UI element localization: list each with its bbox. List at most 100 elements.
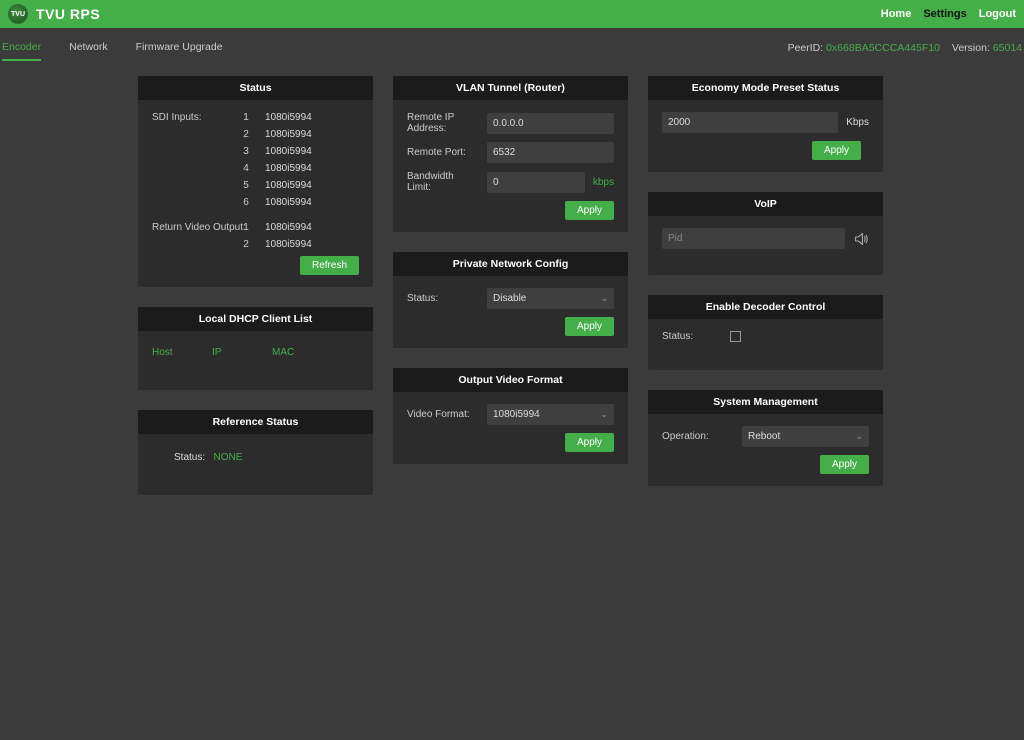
sub-tabs: Encoder Network Firmware Upgrade bbox=[2, 35, 223, 61]
sdi-val: 1080i5994 bbox=[265, 197, 312, 208]
panel-system: System Management Operation: Reboot ⌄ Ap… bbox=[648, 390, 883, 486]
ovf-value: 1080i5994 bbox=[493, 409, 540, 420]
chevron-down-icon: ⌄ bbox=[855, 431, 863, 442]
reference-value: NONE bbox=[213, 452, 242, 463]
panel-status-body: SDI Inputs: 1 1080i5994 2 1080i5994 3 1080… bbox=[138, 100, 373, 287]
sub-bar: Encoder Network Firmware Upgrade PeerID:… bbox=[0, 28, 1024, 68]
nav-logout[interactable]: Logout bbox=[979, 8, 1016, 20]
sdi-num: 4 bbox=[237, 163, 255, 174]
nav-home[interactable]: Home bbox=[881, 8, 912, 20]
panel-reference: Reference Status Status: NONE bbox=[138, 410, 373, 495]
system-op-value: Reboot bbox=[748, 431, 780, 442]
vlan-ip-input[interactable] bbox=[487, 113, 614, 134]
panel-system-header: System Management bbox=[648, 390, 883, 414]
panel-dhcp: Local DHCP Client List Host IP MAC bbox=[138, 307, 373, 390]
sdi-num: 5 bbox=[237, 180, 255, 191]
panel-vlan-header: VLAN Tunnel (Router) bbox=[393, 76, 628, 100]
sdi-val: 1080i5994 bbox=[265, 129, 312, 140]
panel-voip-body bbox=[648, 216, 883, 275]
top-bar: TVU TVU RPS Home Settings Logout bbox=[0, 0, 1024, 28]
panel-reference-header: Reference Status bbox=[138, 410, 373, 434]
sdi-num: 2 bbox=[237, 129, 255, 140]
sdi-num: 1 bbox=[237, 112, 255, 123]
sdi-inputs-label: SDI Inputs: bbox=[152, 112, 237, 123]
vlan-bw-input[interactable] bbox=[487, 172, 585, 193]
ret-num: 2 bbox=[237, 239, 255, 250]
top-nav: Home Settings Logout bbox=[881, 8, 1016, 20]
vlan-ip-label: Remote IP Address: bbox=[407, 112, 479, 134]
system-op-label: Operation: bbox=[662, 431, 734, 442]
sdi-num: 3 bbox=[237, 146, 255, 157]
decoder-status-label: Status: bbox=[662, 331, 722, 342]
panel-private-net-body: Status: Disable ⌄ Apply bbox=[393, 276, 628, 348]
panel-system-body: Operation: Reboot ⌄ Apply bbox=[648, 414, 883, 486]
chevron-down-icon: ⌄ bbox=[600, 409, 608, 420]
sdi-num: 6 bbox=[237, 197, 255, 208]
vlan-port-input[interactable] bbox=[487, 142, 614, 163]
panel-decoder-header: Enable Decoder Control bbox=[648, 295, 883, 319]
pnet-status-select[interactable]: Disable ⌄ bbox=[487, 288, 614, 309]
col-1: Status SDI Inputs: 1 1080i5994 2 1080i599… bbox=[138, 76, 373, 495]
panel-decoder: Enable Decoder Control Status: bbox=[648, 295, 883, 370]
pnet-status-value: Disable bbox=[493, 293, 526, 304]
sdi-val: 1080i5994 bbox=[265, 112, 312, 123]
vlan-apply-button[interactable]: Apply bbox=[565, 201, 614, 220]
pnet-apply-button[interactable]: Apply bbox=[565, 317, 614, 336]
ovf-apply-button[interactable]: Apply bbox=[565, 433, 614, 452]
panel-private-net-header: Private Network Config bbox=[393, 252, 628, 276]
ovf-select[interactable]: 1080i5994 ⌄ bbox=[487, 404, 614, 425]
ovf-label: Video Format: bbox=[407, 409, 479, 420]
panel-ovf-header: Output Video Format bbox=[393, 368, 628, 392]
panel-economy: Economy Mode Preset Status Kbps Apply bbox=[648, 76, 883, 172]
nav-settings[interactable]: Settings bbox=[923, 8, 966, 20]
version-label: Version: 65014 bbox=[952, 42, 1022, 54]
col-3: Economy Mode Preset Status Kbps Apply Vo… bbox=[648, 76, 883, 495]
panel-dhcp-body: Host IP MAC bbox=[138, 331, 373, 390]
ret-num: 1 bbox=[237, 222, 255, 233]
panel-reference-body: Status: NONE bbox=[138, 434, 373, 495]
panel-status: Status SDI Inputs: 1 1080i5994 2 1080i599… bbox=[138, 76, 373, 287]
content: Status SDI Inputs: 1 1080i5994 2 1080i599… bbox=[0, 68, 1024, 495]
vlan-bw-unit: kbps bbox=[593, 177, 614, 188]
dhcp-col-mac: MAC bbox=[272, 347, 359, 358]
chevron-down-icon: ⌄ bbox=[600, 293, 608, 304]
panel-economy-body: Kbps Apply bbox=[648, 100, 883, 172]
dhcp-col-host: Host bbox=[152, 347, 212, 358]
tab-network[interactable]: Network bbox=[69, 35, 108, 61]
peerid-label: PeerID: 0x668BA5CCCA445F10 bbox=[788, 42, 940, 54]
pnet-status-label: Status: bbox=[407, 293, 479, 304]
sdi-val: 1080i5994 bbox=[265, 146, 312, 157]
economy-unit: Kbps bbox=[846, 117, 869, 128]
sub-right: PeerID: 0x668BA5CCCA445F10 Version: 6501… bbox=[788, 42, 1022, 54]
economy-input[interactable] bbox=[662, 112, 838, 133]
peerid-value: 0x668BA5CCCA445F10 bbox=[826, 42, 940, 54]
tab-encoder[interactable]: Encoder bbox=[2, 35, 41, 61]
panel-dhcp-header: Local DHCP Client List bbox=[138, 307, 373, 331]
panel-ovf-body: Video Format: 1080i5994 ⌄ Apply bbox=[393, 392, 628, 464]
economy-apply-button[interactable]: Apply bbox=[812, 141, 861, 160]
panel-ovf: Output Video Format Video Format: 1080i5… bbox=[393, 368, 628, 464]
dhcp-col-ip: IP bbox=[212, 347, 272, 358]
reference-label: Status: bbox=[174, 452, 205, 463]
version-value: 65014 bbox=[993, 42, 1022, 54]
panel-economy-header: Economy Mode Preset Status bbox=[648, 76, 883, 100]
speaker-icon[interactable] bbox=[853, 231, 869, 247]
logo-icon: TVU bbox=[8, 4, 28, 24]
panel-voip-header: VoIP bbox=[648, 192, 883, 216]
panel-decoder-body: Status: bbox=[648, 319, 883, 370]
refresh-button[interactable]: Refresh bbox=[300, 256, 359, 275]
ret-val: 1080i5994 bbox=[265, 222, 312, 233]
app-title: TVU RPS bbox=[36, 6, 100, 22]
system-apply-button[interactable]: Apply bbox=[820, 455, 869, 474]
panel-voip: VoIP bbox=[648, 192, 883, 275]
vlan-port-label: Remote Port: bbox=[407, 147, 479, 158]
system-op-select[interactable]: Reboot ⌄ bbox=[742, 426, 869, 447]
voip-input[interactable] bbox=[662, 228, 845, 249]
sdi-val: 1080i5994 bbox=[265, 180, 312, 191]
panel-vlan-body: Remote IP Address: Remote Port: Bandwidt… bbox=[393, 100, 628, 232]
tab-firmware[interactable]: Firmware Upgrade bbox=[136, 35, 223, 61]
dhcp-columns: Host IP MAC bbox=[152, 343, 359, 362]
panel-status-header: Status bbox=[138, 76, 373, 100]
decoder-status-checkbox[interactable] bbox=[730, 331, 741, 342]
panel-private-net: Private Network Config Status: Disable ⌄… bbox=[393, 252, 628, 348]
